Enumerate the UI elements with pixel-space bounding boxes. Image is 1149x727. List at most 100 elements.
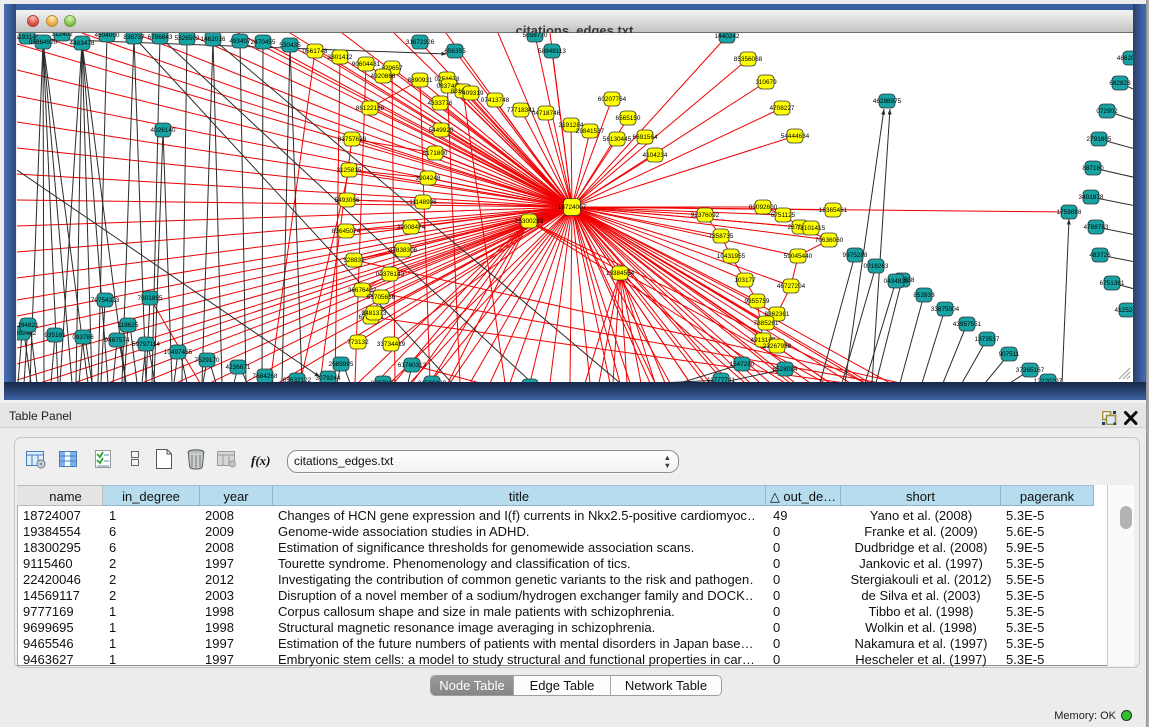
- svg-text:33875004: 33875004: [931, 306, 960, 313]
- svg-text:853933: 853933: [913, 292, 935, 299]
- svg-text:2470455: 2470455: [251, 39, 276, 46]
- svg-text:04718746: 04718746: [532, 110, 561, 117]
- svg-text:61760313: 61760313: [398, 362, 427, 369]
- svg-text:79754323: 79754323: [91, 297, 120, 304]
- svg-text:2791805: 2791805: [1087, 136, 1112, 143]
- svg-text:3801412: 3801412: [328, 54, 353, 61]
- svg-text:8171800: 8171800: [423, 150, 448, 157]
- svg-text:7601895: 7601895: [138, 295, 163, 302]
- svg-text:53705656: 53705656: [367, 294, 396, 301]
- svg-text:9975288: 9975288: [843, 252, 868, 259]
- svg-text:3904248: 3904248: [416, 175, 441, 182]
- svg-text:4104234: 4104234: [643, 152, 668, 159]
- svg-text:3125815: 3125815: [337, 167, 362, 174]
- svg-text:0561748: 0561748: [303, 48, 328, 55]
- svg-text:194821: 194821: [17, 322, 39, 329]
- svg-text:10497465: 10497465: [164, 349, 193, 356]
- svg-text:33734419: 33734419: [377, 341, 406, 348]
- svg-text:935181: 935181: [44, 332, 66, 339]
- svg-text:65632122: 65632122: [283, 377, 312, 382]
- svg-text:4920868: 4920868: [371, 73, 396, 80]
- svg-text:43957551: 43957551: [953, 321, 982, 328]
- svg-text:37838306: 37838306: [389, 247, 418, 254]
- svg-text:483726: 483726: [1089, 252, 1111, 259]
- svg-text:656355: 656355: [444, 48, 466, 55]
- svg-text:6786843: 6786843: [148, 34, 173, 41]
- svg-text:7358735: 7358735: [709, 233, 734, 240]
- svg-text:0434839: 0434839: [884, 278, 909, 285]
- svg-text:4788783: 4788783: [1084, 224, 1109, 231]
- svg-text:6751125: 6751125: [771, 212, 796, 219]
- svg-text:1462016: 1462016: [201, 36, 226, 43]
- svg-text:31672326: 31672326: [406, 39, 435, 46]
- svg-text:093786: 093786: [72, 334, 94, 341]
- svg-text:5326502: 5326502: [175, 35, 200, 42]
- svg-text:6565150: 6565150: [616, 115, 641, 122]
- svg-text:1759898: 1759898: [1057, 209, 1082, 216]
- svg-text:18365461: 18365461: [819, 207, 848, 214]
- svg-text:86122138: 86122138: [356, 105, 385, 112]
- svg-text:18724007: 18724007: [558, 204, 587, 211]
- svg-text:6691564: 6691564: [633, 134, 658, 141]
- svg-text:838737: 838737: [123, 34, 145, 41]
- svg-text:907511: 907511: [999, 351, 1020, 358]
- svg-text:0481373: 0481373: [362, 310, 387, 317]
- svg-text:6751361: 6751361: [1100, 280, 1125, 287]
- svg-text:07413748: 07413748: [481, 97, 510, 104]
- svg-text:7409319: 7409319: [459, 90, 484, 97]
- svg-text:312402: 312402: [51, 33, 73, 38]
- svg-text:528831: 528831: [343, 257, 365, 264]
- svg-text:9355759: 9355759: [745, 298, 770, 305]
- svg-text:46727204: 46727204: [777, 283, 806, 290]
- svg-text:2685995: 2685995: [329, 361, 354, 368]
- svg-text:59045440: 59045440: [784, 253, 813, 260]
- svg-text:23267938: 23267938: [763, 343, 792, 350]
- svg-text:19384554: 19384554: [606, 270, 635, 277]
- svg-text:1547280: 1547280: [730, 361, 755, 368]
- svg-text:90604431: 90604431: [352, 61, 381, 68]
- svg-text:72101415: 72101415: [797, 225, 826, 232]
- svg-text:21590109: 21590109: [418, 380, 447, 382]
- svg-text:7885261: 7885261: [754, 320, 779, 327]
- svg-text:4708227: 4708227: [770, 105, 795, 112]
- svg-text:4333776: 4333776: [428, 100, 453, 107]
- svg-text:4026140: 4026140: [151, 127, 176, 134]
- svg-text:29841537: 29841537: [576, 128, 605, 135]
- svg-text:3401878: 3401878: [1079, 194, 1104, 201]
- svg-text:072902: 072902: [1096, 108, 1118, 115]
- svg-text:118625: 118625: [118, 322, 139, 329]
- svg-text:00376143: 00376143: [376, 271, 405, 278]
- svg-text:37265167: 37265167: [1016, 367, 1045, 374]
- svg-text:f(x): f(x): [251, 453, 271, 468]
- svg-text:70636060: 70636060: [815, 237, 844, 244]
- svg-text:58948113: 58948113: [538, 48, 566, 55]
- svg-text:4483478: 4483478: [70, 40, 95, 47]
- svg-text:54444634: 54444634: [781, 133, 810, 140]
- svg-text:5058770: 5058770: [523, 33, 548, 39]
- svg-text:887180: 887180: [1082, 165, 1104, 172]
- svg-text:7529170: 7529170: [195, 357, 220, 364]
- svg-text:1440242: 1440242: [715, 33, 740, 40]
- svg-text:36676402: 36676402: [348, 287, 377, 294]
- svg-text:11148936: 11148936: [409, 199, 437, 206]
- svg-text:5493066: 5493066: [335, 197, 360, 204]
- svg-text:493407: 493407: [229, 38, 251, 45]
- svg-text:682828: 682828: [1109, 80, 1131, 87]
- svg-text:46288975: 46288975: [873, 98, 902, 105]
- svg-text:92376092: 92376092: [691, 212, 720, 219]
- svg-text:85356068: 85356068: [734, 56, 763, 63]
- svg-text:11777741: 11777741: [707, 377, 735, 382]
- svg-text:4236671: 4236671: [226, 364, 251, 371]
- svg-text:9487574: 9487574: [105, 337, 130, 344]
- svg-text:310679: 310679: [755, 79, 777, 86]
- svg-text:8907866: 8907866: [371, 380, 396, 382]
- svg-text:59797114: 59797114: [132, 341, 160, 348]
- svg-text:60207764: 60207764: [598, 96, 627, 103]
- svg-text:25300293: 25300293: [515, 218, 544, 225]
- svg-text:4125242: 4125242: [1115, 307, 1133, 314]
- svg-text:03092600: 03092600: [749, 204, 778, 211]
- svg-text:12220297: 12220297: [1034, 378, 1063, 382]
- svg-text:103177: 103177: [734, 277, 756, 284]
- svg-text:83757628: 83757628: [338, 136, 367, 143]
- svg-text:0018263: 0018263: [864, 263, 889, 270]
